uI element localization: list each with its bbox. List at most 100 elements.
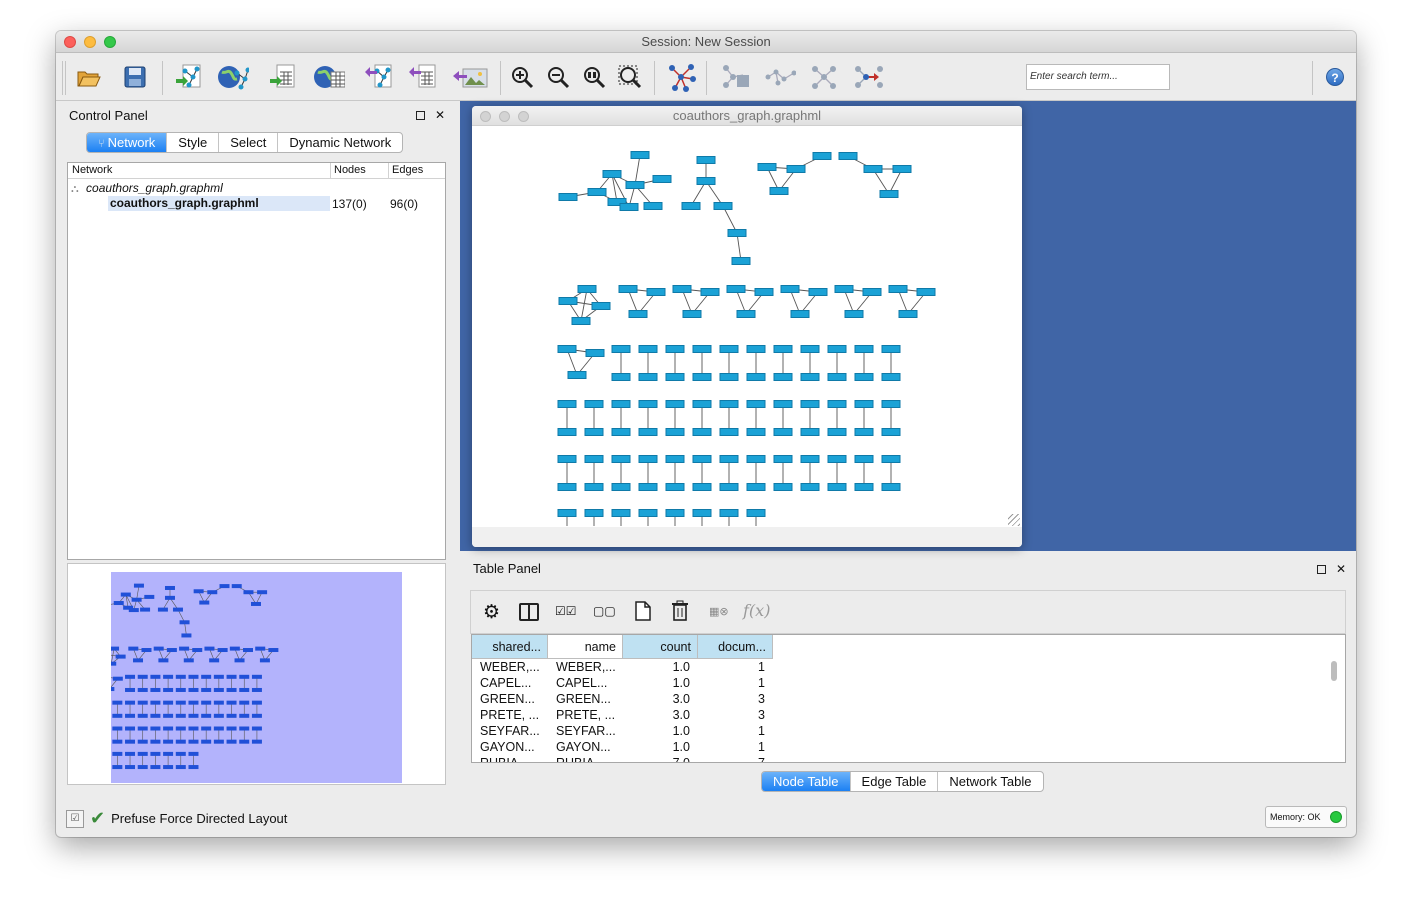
graph-node[interactable] bbox=[213, 700, 224, 705]
graph-node[interactable] bbox=[115, 654, 126, 659]
graph-node[interactable] bbox=[746, 428, 766, 436]
graph-node[interactable] bbox=[881, 483, 901, 491]
graph-node[interactable] bbox=[150, 713, 161, 718]
graph-node[interactable] bbox=[638, 509, 658, 517]
memory-status-button[interactable]: Memory: OK bbox=[1265, 806, 1347, 828]
graph-node[interactable] bbox=[827, 345, 847, 353]
table-cell[interactable]: CAPEL... bbox=[548, 675, 623, 691]
network-row[interactable]: coauthors_graph.graphml bbox=[108, 196, 330, 211]
graph-node[interactable] bbox=[731, 257, 751, 265]
graph-node[interactable] bbox=[754, 288, 774, 296]
graph-node[interactable] bbox=[128, 646, 139, 651]
graph-node[interactable] bbox=[226, 739, 237, 744]
graph-node[interactable] bbox=[137, 713, 148, 718]
graph-node[interactable] bbox=[172, 607, 183, 612]
table-cell[interactable]: 3.0 bbox=[623, 691, 698, 707]
graph-node[interactable] bbox=[844, 310, 864, 318]
graph-node[interactable] bbox=[746, 345, 766, 353]
graph-node[interactable] bbox=[834, 285, 854, 293]
graph-node[interactable] bbox=[112, 765, 123, 770]
graph-node[interactable] bbox=[585, 349, 605, 357]
table-cell[interactable]: PRETE, ... bbox=[472, 707, 548, 723]
delete-icon[interactable] bbox=[671, 600, 689, 624]
table-cell[interactable]: 7.0 bbox=[623, 755, 698, 762]
graph-node[interactable] bbox=[682, 310, 702, 318]
graph-node[interactable] bbox=[226, 713, 237, 718]
graph-node[interactable] bbox=[638, 428, 658, 436]
graph-node[interactable] bbox=[175, 765, 186, 770]
graph-node[interactable] bbox=[713, 202, 733, 210]
graph-node[interactable] bbox=[163, 674, 174, 679]
graph-node[interactable] bbox=[213, 687, 224, 692]
graph-node[interactable] bbox=[144, 594, 155, 599]
graph-node[interactable] bbox=[692, 373, 712, 381]
graph-node[interactable] bbox=[557, 455, 577, 463]
graph-node[interactable] bbox=[827, 455, 847, 463]
graph-node[interactable] bbox=[234, 658, 245, 663]
column-header-shared[interactable]: shared... bbox=[472, 635, 548, 659]
import-table-file-icon[interactable] bbox=[267, 61, 299, 93]
zoom-selected-icon[interactable] bbox=[578, 61, 610, 93]
graph-node[interactable] bbox=[163, 739, 174, 744]
graph-node[interactable] bbox=[125, 674, 136, 679]
graph-node[interactable] bbox=[696, 156, 716, 164]
graph-node[interactable] bbox=[665, 345, 685, 353]
graph-node[interactable] bbox=[611, 373, 631, 381]
link-columns-icon[interactable]: ▦⊗ bbox=[709, 605, 729, 618]
graph-node[interactable] bbox=[157, 607, 168, 612]
table-cell[interactable]: WEBER,... bbox=[548, 659, 623, 675]
table-cell[interactable]: 1.0 bbox=[623, 723, 698, 739]
graph-node[interactable] bbox=[150, 687, 161, 692]
graph-node[interactable] bbox=[137, 765, 148, 770]
path-icon[interactable] bbox=[852, 61, 884, 93]
graph-node[interactable] bbox=[213, 674, 224, 679]
graph-node[interactable] bbox=[188, 751, 199, 756]
graph-node[interactable] bbox=[692, 483, 712, 491]
graph-node[interactable] bbox=[587, 188, 607, 196]
graph-node[interactable] bbox=[584, 509, 604, 517]
graph-node[interactable] bbox=[140, 607, 151, 612]
graph-node[interactable] bbox=[567, 371, 587, 379]
graph-node[interactable] bbox=[133, 658, 144, 663]
graph-node[interactable] bbox=[131, 597, 142, 602]
graph-node[interactable] bbox=[557, 400, 577, 408]
graph-node[interactable] bbox=[757, 163, 777, 171]
graph-node[interactable] bbox=[888, 285, 908, 293]
graph-node[interactable] bbox=[719, 455, 739, 463]
graph-node[interactable] bbox=[150, 765, 161, 770]
graph-node[interactable] bbox=[800, 345, 820, 353]
graph-node[interactable] bbox=[652, 175, 672, 183]
graph-node[interactable] bbox=[696, 177, 716, 185]
graph-node[interactable] bbox=[665, 483, 685, 491]
graph-node[interactable] bbox=[201, 726, 212, 731]
graph-node[interactable] bbox=[827, 483, 847, 491]
graph-node[interactable] bbox=[577, 285, 597, 293]
graph-node[interactable] bbox=[239, 713, 250, 718]
graph-node[interactable] bbox=[862, 288, 882, 296]
first-neighbors-icon[interactable] bbox=[808, 61, 840, 93]
zoom-view-button[interactable] bbox=[518, 111, 529, 122]
graph-node[interactable] bbox=[175, 674, 186, 679]
tab-node-table[interactable]: Node Table bbox=[762, 772, 851, 791]
graph-node[interactable] bbox=[243, 590, 254, 595]
graph-node[interactable] bbox=[128, 608, 139, 613]
graph-node[interactable] bbox=[179, 620, 190, 625]
graph-node[interactable] bbox=[163, 751, 174, 756]
graph-node[interactable] bbox=[863, 165, 883, 173]
graph-node[interactable] bbox=[773, 483, 793, 491]
graph-node[interactable] bbox=[226, 687, 237, 692]
table-cell[interactable]: RUBIA... bbox=[548, 755, 623, 762]
graph-node[interactable] bbox=[137, 739, 148, 744]
table-cell[interactable]: GAYON... bbox=[548, 739, 623, 755]
table-cell[interactable]: RUBIA... bbox=[472, 755, 548, 762]
graph-node[interactable] bbox=[558, 297, 578, 305]
graph-node[interactable] bbox=[854, 345, 874, 353]
graph-node[interactable] bbox=[125, 751, 136, 756]
import-network-file-icon[interactable] bbox=[173, 61, 205, 93]
graph-node[interactable] bbox=[746, 483, 766, 491]
graph-node[interactable] bbox=[692, 345, 712, 353]
graph-node[interactable] bbox=[665, 509, 685, 517]
graph-node[interactable] bbox=[150, 751, 161, 756]
open-session-icon[interactable] bbox=[73, 61, 105, 93]
graph-node[interactable] bbox=[175, 687, 186, 692]
